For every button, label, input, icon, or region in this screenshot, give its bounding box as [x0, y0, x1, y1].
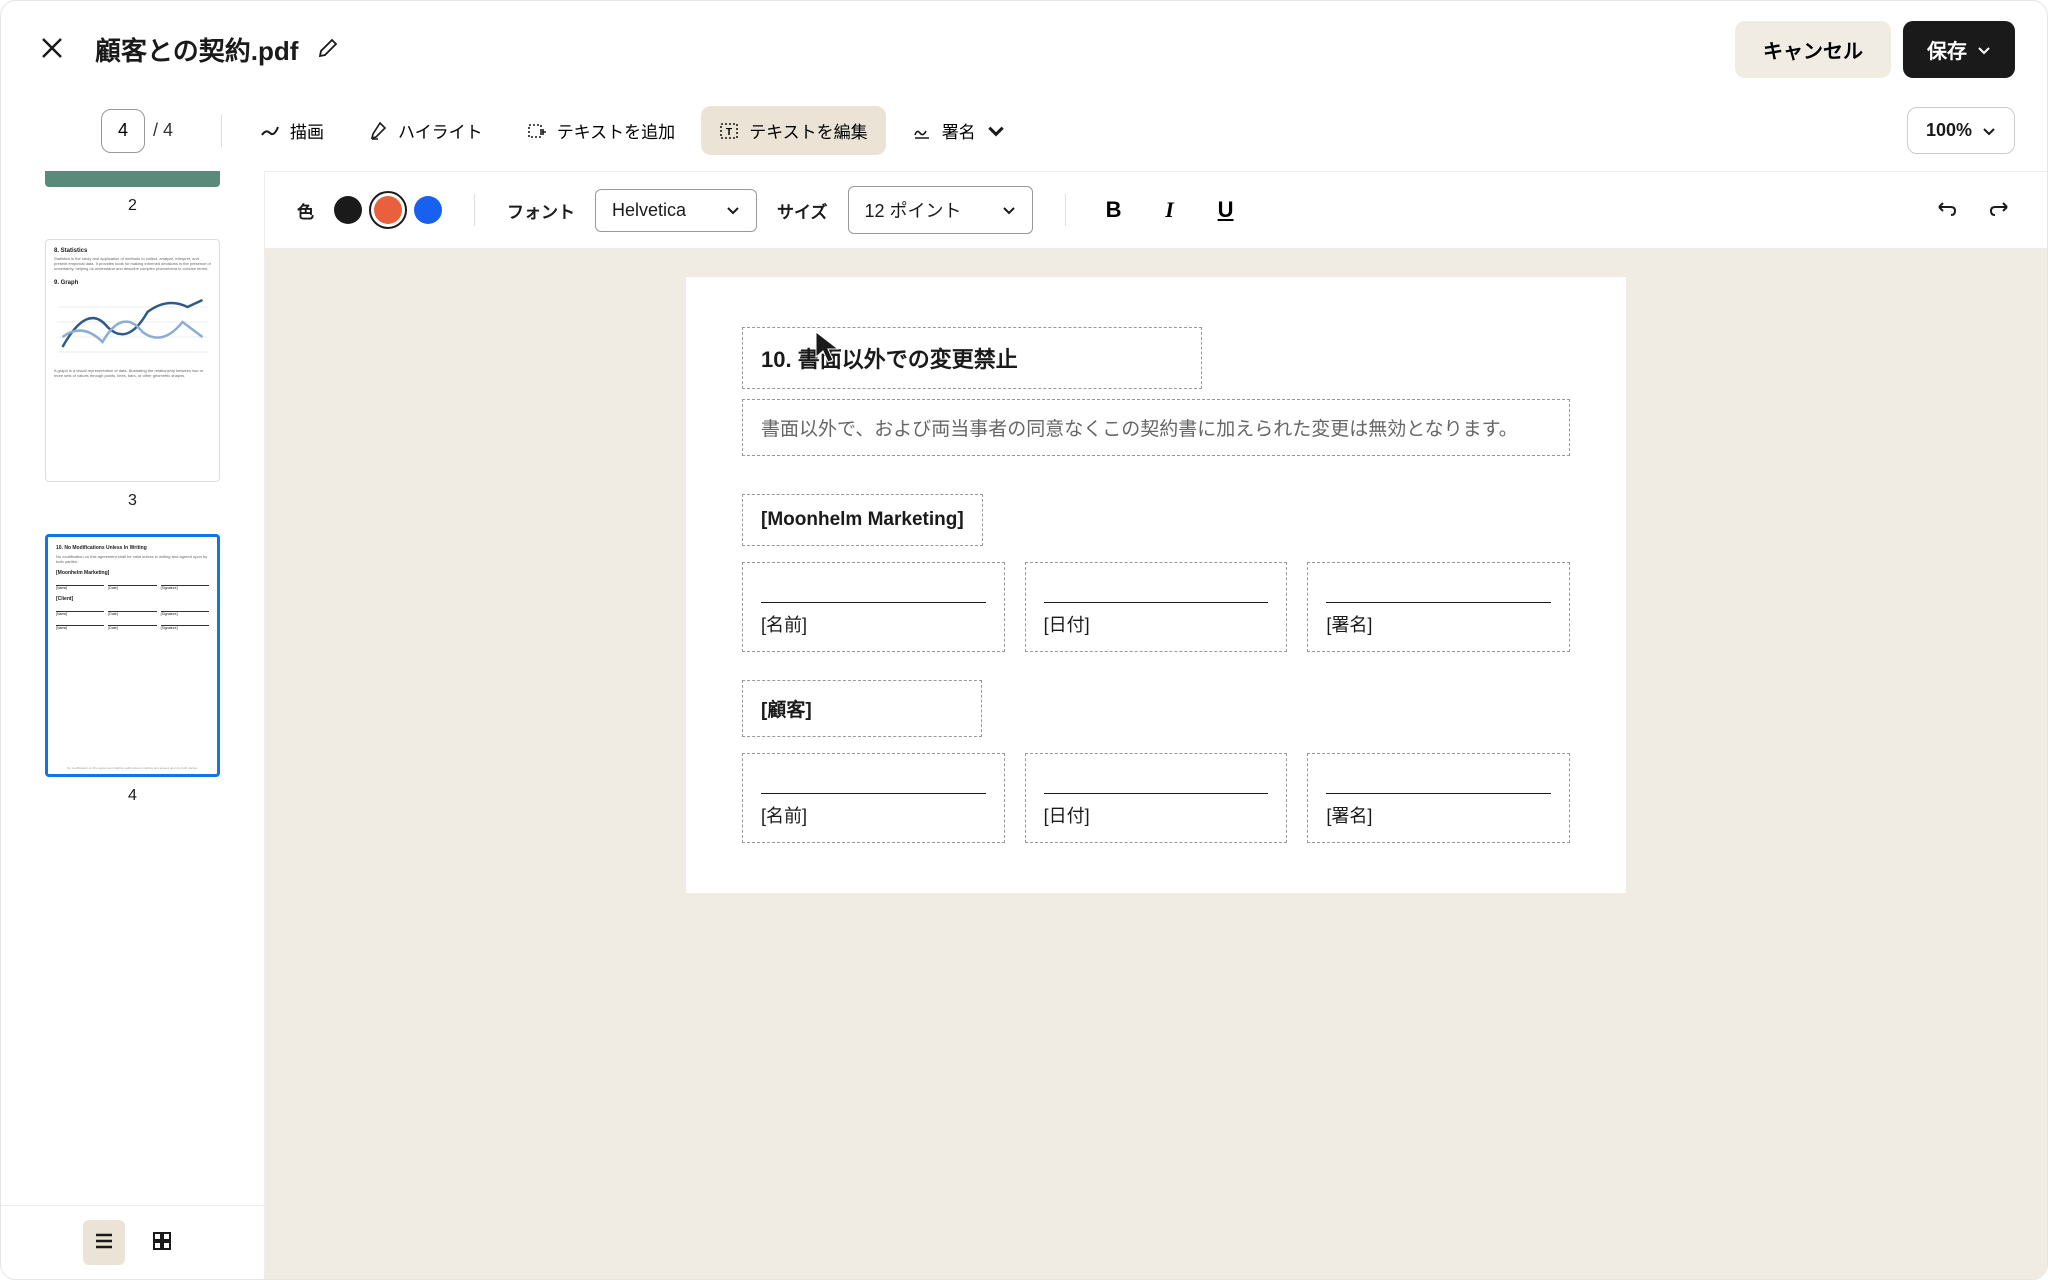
text-formatting-toolbar: 色 フォント Helvetica サイズ 12 ポイント B I U — [265, 171, 2047, 249]
divider — [221, 115, 222, 147]
chevron-down-icon — [1002, 203, 1016, 217]
redo-button[interactable] — [1983, 193, 2015, 228]
chevron-down-icon — [726, 203, 740, 217]
font-select[interactable]: Helvetica — [595, 189, 757, 232]
page-number-input[interactable] — [101, 109, 145, 153]
toolbar: / 4 描画 ハイライト テキストを追加 T テキストを編集 署名 — [1, 98, 2047, 171]
edit-title-button[interactable] — [314, 34, 342, 65]
zoom-select[interactable]: 100% — [1907, 107, 2015, 154]
party-text-block[interactable]: [顧客] — [742, 680, 982, 737]
thumbnail-page-4[interactable]: 10. No Modifications Unless In Writing N… — [45, 534, 220, 777]
thumbnails-panel[interactable]: 2 8. Statistics Statistics is the study … — [1, 171, 264, 1205]
cancel-button[interactable]: キャンセル — [1735, 21, 1891, 78]
divider — [474, 194, 475, 226]
redo-icon — [1987, 197, 2011, 221]
graph-thumbnail-icon — [54, 292, 211, 362]
add-text-icon — [527, 121, 547, 141]
page-total: / 4 — [153, 120, 173, 141]
header: 顧客との契約.pdf キャンセル 保存 — [1, 1, 2047, 98]
signature-field[interactable]: [署名] — [1307, 562, 1570, 652]
body-text-block[interactable]: 書面以外で、および両当事者の同意なくこの契約書に加えられた変更は無効となります。 — [742, 399, 1570, 456]
page-content: 10. 書面以外での変更禁止 書面以外で、および両当事者の同意なくこの契約書に加… — [686, 277, 1626, 893]
signature-line — [1044, 766, 1269, 794]
party-text-block[interactable]: [Moonhelm Marketing] — [742, 494, 983, 546]
font-label: フォント — [507, 198, 575, 223]
signature-line — [1326, 766, 1551, 794]
edit-text-icon: T — [719, 121, 739, 141]
grid-icon — [151, 1230, 173, 1252]
list-icon — [93, 1230, 115, 1252]
draw-tool-button[interactable]: 描画 — [242, 106, 342, 155]
pencil-icon — [318, 38, 338, 58]
save-button-label: 保存 — [1927, 35, 1967, 64]
save-button[interactable]: 保存 — [1903, 21, 2015, 78]
underline-button[interactable]: U — [1210, 197, 1242, 223]
divider — [1065, 194, 1066, 226]
draw-icon — [260, 121, 280, 141]
bold-button[interactable]: B — [1098, 197, 1130, 223]
date-label: [日付] — [1044, 802, 1269, 828]
highlight-tool-button[interactable]: ハイライト — [350, 106, 501, 155]
chevron-down-icon — [986, 121, 1006, 141]
date-label: [日付] — [1044, 611, 1269, 637]
chevron-down-icon — [1977, 43, 1991, 57]
signature-field[interactable]: [日付] — [1025, 562, 1288, 652]
add-text-tool-button[interactable]: テキストを追加 — [509, 106, 694, 155]
svg-text:T: T — [726, 127, 732, 138]
thumbnail-label: 2 — [45, 197, 220, 215]
thumbnail-label: 4 — [45, 787, 220, 805]
signature-field[interactable]: [名前] — [742, 562, 1005, 652]
size-select[interactable]: 12 ポイント — [848, 186, 1033, 234]
edit-text-tool-button[interactable]: T テキストを編集 — [701, 106, 886, 155]
name-label: [名前] — [761, 611, 986, 637]
sidebar: 2 8. Statistics Statistics is the study … — [1, 171, 265, 1279]
signature-line — [761, 575, 986, 603]
color-label: 色 — [297, 198, 314, 223]
undo-icon — [1935, 197, 1959, 221]
color-swatch-blue[interactable] — [414, 196, 442, 224]
signature-line — [1044, 575, 1269, 603]
chevron-down-icon — [1982, 124, 1996, 138]
signature-label: [署名] — [1326, 802, 1551, 828]
color-swatch-orange[interactable] — [374, 196, 402, 224]
signature-field[interactable]: [署名] — [1307, 753, 1570, 843]
signature-field[interactable]: [日付] — [1025, 753, 1288, 843]
sign-icon — [912, 121, 932, 141]
document-canvas[interactable]: 10. 書面以外での変更禁止 書面以外で、および両当事者の同意なくこの契約書に加… — [265, 245, 2047, 1279]
undo-button[interactable] — [1931, 193, 1963, 228]
close-icon — [41, 37, 63, 59]
signature-line — [761, 766, 986, 794]
thumbnail-page-3[interactable]: 8. Statistics Statistics is the study an… — [45, 239, 220, 482]
thumbnail-label: 3 — [45, 492, 220, 510]
heading-text-block[interactable]: 10. 書面以外での変更禁止 — [742, 327, 1202, 389]
sign-tool-button[interactable]: 署名 — [894, 106, 1024, 155]
signature-line — [1326, 575, 1551, 603]
grid-view-button[interactable] — [141, 1220, 183, 1265]
name-label: [名前] — [761, 802, 986, 828]
signature-field[interactable]: [名前] — [742, 753, 1005, 843]
document-title: 顧客との契約.pdf — [95, 31, 298, 68]
signature-label: [署名] — [1326, 611, 1551, 637]
close-button[interactable] — [33, 26, 71, 74]
list-view-button[interactable] — [83, 1220, 125, 1265]
color-swatch-black[interactable] — [334, 196, 362, 224]
size-label: サイズ — [777, 198, 828, 223]
thumbnail-page-2-partial[interactable] — [45, 171, 220, 187]
italic-button[interactable]: I — [1154, 197, 1186, 223]
highlight-icon — [368, 121, 388, 141]
